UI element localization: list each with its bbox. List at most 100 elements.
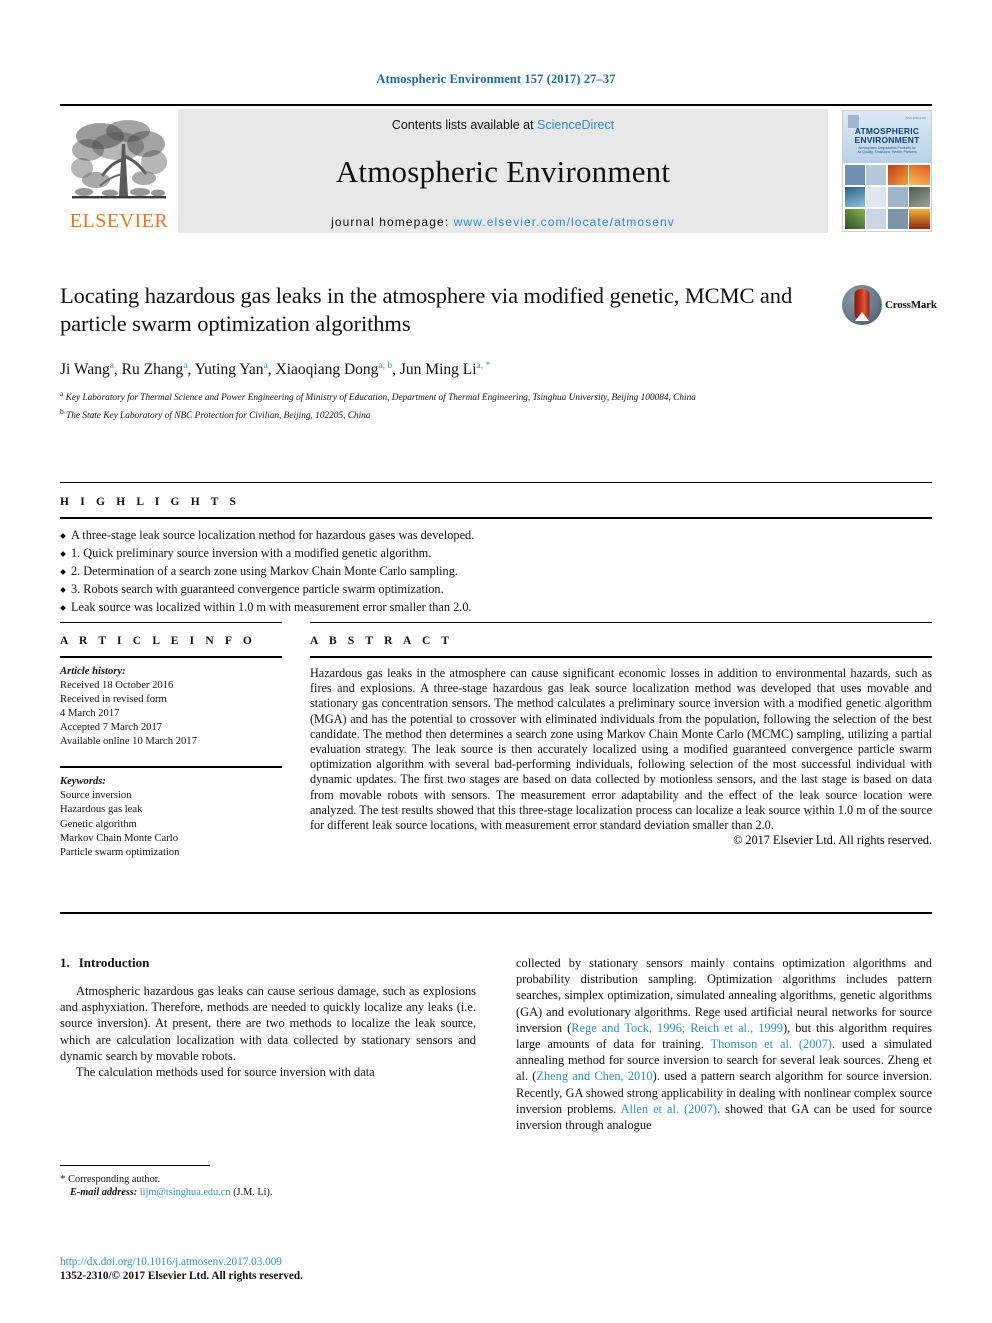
running-head: Atmospheric Environment 157 (2017) 27–37 bbox=[376, 72, 616, 86]
corresponding-text: Corresponding author. bbox=[68, 1174, 161, 1185]
author-name: Jun Ming Li bbox=[399, 361, 477, 379]
cover-subtitle-line2: Air Quality, Emissions, Health, Particle… bbox=[857, 150, 917, 155]
highlights-list: A three-stage leak source localization m… bbox=[60, 527, 932, 616]
cover-issn-code: ISSN 1352-2310 bbox=[905, 116, 926, 120]
journal-banner: ELSEVIER Contents lists available at Sci… bbox=[60, 104, 932, 233]
affiliation-mark: a bbox=[60, 389, 64, 399]
author-name: Yuting Yan bbox=[194, 361, 264, 379]
elsevier-logo: ELSEVIER bbox=[60, 109, 178, 233]
email-link[interactable]: lijm@tsinghua.edu.cn bbox=[140, 1187, 231, 1198]
info-abstract-section: A R T I C L E I N F O A B S T R A C T Ar… bbox=[60, 622, 932, 860]
title-block: Locating hazardous gas leaks in the atmo… bbox=[60, 282, 937, 423]
author-affil-mark: a bbox=[183, 361, 188, 371]
email-label: E-mail address: bbox=[70, 1187, 138, 1199]
elsevier-tree-icon bbox=[70, 116, 168, 210]
contents-prefix: Contents lists available at bbox=[391, 118, 538, 132]
author-affil-mark: a, b bbox=[378, 361, 393, 371]
homepage-prefix: journal homepage: bbox=[331, 215, 454, 229]
history-item: Received 18 October 2016 bbox=[60, 680, 174, 691]
list-item: 3. Robots search with guaranteed converg… bbox=[60, 581, 932, 598]
article-history-block: Article history: Received 18 October 201… bbox=[60, 658, 282, 749]
elsevier-wordmark: ELSEVIER bbox=[69, 210, 169, 232]
abstract-copyright: © 2017 Elsevier Ltd. All rights reserved… bbox=[733, 833, 932, 848]
list-item: 2. Determination of a search zone using … bbox=[60, 563, 932, 580]
citation-link[interactable]: Zheng and Chen, 2010 bbox=[536, 1069, 652, 1083]
history-item: Available online 10 March 2017 bbox=[60, 736, 197, 747]
paragraph: Atmospheric hazardous gas leaks can caus… bbox=[60, 984, 476, 1063]
section-heading-introduction: 1. Introduction bbox=[60, 955, 476, 971]
list-item: 1. Quick preliminary source inversion wi… bbox=[60, 545, 932, 562]
keyword-item: Source inversion bbox=[60, 790, 132, 802]
article-info-column: Article history: Received 18 October 201… bbox=[60, 658, 282, 860]
keyword-item: Markov Chain Monte Carlo bbox=[60, 832, 178, 844]
keyword-item: Particle swarm optimization bbox=[60, 847, 180, 859]
affiliation-item: b The State Key Laboratory of NBC Protec… bbox=[60, 406, 932, 423]
contents-available-line: Contents lists available at ScienceDirec… bbox=[392, 118, 614, 132]
history-item: Received in revised form bbox=[60, 694, 167, 705]
section-bottom-rule bbox=[60, 912, 932, 914]
crossmark-label: CrossMark bbox=[885, 299, 937, 311]
body-columns: 1. Introduction Atmospheric hazardous gas… bbox=[60, 955, 932, 1133]
keywords-label: Keywords: bbox=[60, 776, 106, 787]
list-item: Leak source was localized within 1.0 m w… bbox=[60, 599, 932, 616]
footnote-block: * Corresponding author. E-mail address: … bbox=[60, 1166, 476, 1199]
highlights-section: H I G H L I G H T S A three-stage leak s… bbox=[60, 482, 932, 617]
doi-link[interactable]: http://dx.doi.org/10.1016/j.atmosenv.201… bbox=[60, 1255, 476, 1269]
article-history-label: Article history: bbox=[60, 666, 126, 677]
banner-center: Contents lists available at ScienceDirec… bbox=[178, 109, 828, 233]
affiliation-item: a Key Laboratory for Thermal Science and… bbox=[60, 388, 932, 405]
journal-homepage-line: journal homepage: www.elsevier.com/locat… bbox=[331, 215, 675, 229]
history-item: 4 March 2017 bbox=[60, 708, 120, 719]
paragraph: The calculation methods used for source … bbox=[76, 1065, 375, 1080]
crossmark-badge[interactable]: CrossMark bbox=[842, 282, 937, 328]
abstract-text: Hazardous gas leaks in the atmosphere ca… bbox=[310, 666, 932, 833]
crossmark-icon bbox=[842, 285, 882, 325]
highlight-text: 2. Determination of a search zone using … bbox=[71, 564, 458, 578]
citation-link[interactable]: Rege and Tock, 1996; Reich et al., 1999 bbox=[571, 1021, 783, 1035]
author-item: Ji Wanga bbox=[60, 361, 114, 378]
journal-cover-thumbnail: ISSN 1352-2310 ATMOSPHERIC ENVIRONMENT A… bbox=[842, 110, 932, 232]
journal-title: Atmospheric Environment bbox=[335, 154, 671, 189]
doi-block: http://dx.doi.org/10.1016/j.atmosenv.201… bbox=[60, 1255, 476, 1283]
corresponding-author-line: * Corresponding author. bbox=[60, 1173, 476, 1186]
abstract-column: Hazardous gas leaks in the atmosphere ca… bbox=[310, 658, 932, 860]
highlights-heading: H I G H L I G H T S bbox=[60, 496, 241, 508]
author-list: Ji Wanga, Ru Zhanga, Yuting Yana, Xiaoqi… bbox=[60, 361, 491, 379]
abstract-heading: A B S T R A C T bbox=[310, 635, 454, 647]
article-info-heading: A R T I C L E I N F O bbox=[60, 635, 256, 647]
author-item: Xiaoqiang Donga, b bbox=[276, 361, 393, 378]
author-name: Ji Wang bbox=[60, 361, 110, 379]
sciencedirect-link[interactable]: ScienceDirect bbox=[537, 118, 614, 132]
highlight-text: A three-stage leak source localization m… bbox=[71, 528, 475, 542]
section-number: 1. bbox=[60, 955, 70, 970]
author-affil-mark: a, * bbox=[476, 361, 491, 371]
paragraph-continued: collected by stationary sensors mainly c… bbox=[516, 955, 932, 1133]
history-item: Accepted 7 March 2017 bbox=[60, 722, 163, 733]
email-owner: (J.M. Li). bbox=[233, 1187, 273, 1199]
highlight-text: 1. Quick preliminary source inversion wi… bbox=[71, 546, 432, 560]
author-name: Ru Zhang bbox=[121, 361, 184, 379]
highlight-text: Leak source was localized within 1.0 m w… bbox=[71, 600, 472, 614]
info-abstract-headings: A R T I C L E I N F O A B S T R A C T bbox=[60, 622, 932, 647]
paper-page: Atmospheric Environment 157 (2017) 27–37 bbox=[0, 0, 992, 1323]
author-affil-mark: a bbox=[109, 361, 114, 371]
journal-cover-cell: ISSN 1352-2310 ATMOSPHERIC ENVIRONMENT A… bbox=[828, 109, 932, 233]
homepage-url-link[interactable]: www.elsevier.com/locate/atmosenv bbox=[454, 215, 675, 229]
author-name: Xiaoqiang Dong bbox=[275, 361, 379, 379]
affiliation-text: Key Laboratory for Thermal Science and P… bbox=[65, 393, 696, 404]
affiliation-mark: b bbox=[60, 406, 64, 416]
body-column-left: 1. Introduction Atmospheric hazardous gas… bbox=[60, 955, 476, 1133]
cover-title-line2: ENVIRONMENT bbox=[854, 135, 920, 145]
keyword-item: Genetic algorithm bbox=[60, 818, 137, 830]
author-affil-mark: a bbox=[263, 361, 268, 371]
citation-link[interactable]: Thomson et al. (2007) bbox=[711, 1037, 832, 1051]
highlights-divider bbox=[60, 517, 932, 519]
list-item: A three-stage leak source localization m… bbox=[60, 527, 932, 544]
citation-link[interactable]: Allen et al. (2007) bbox=[621, 1102, 717, 1116]
cover-photo-mosaic bbox=[843, 163, 931, 231]
highlight-text: 3. Robots search with guaranteed converg… bbox=[71, 582, 444, 596]
issn-copyright-line: 1352-2310/© 2017 Elsevier Ltd. All right… bbox=[60, 1270, 303, 1282]
affiliation-text: The State Key Laboratory of NBC Protecti… bbox=[66, 410, 371, 421]
page-title: Locating hazardous gas leaks in the atmo… bbox=[60, 283, 793, 336]
author-item: Yuting Yana bbox=[195, 361, 268, 378]
